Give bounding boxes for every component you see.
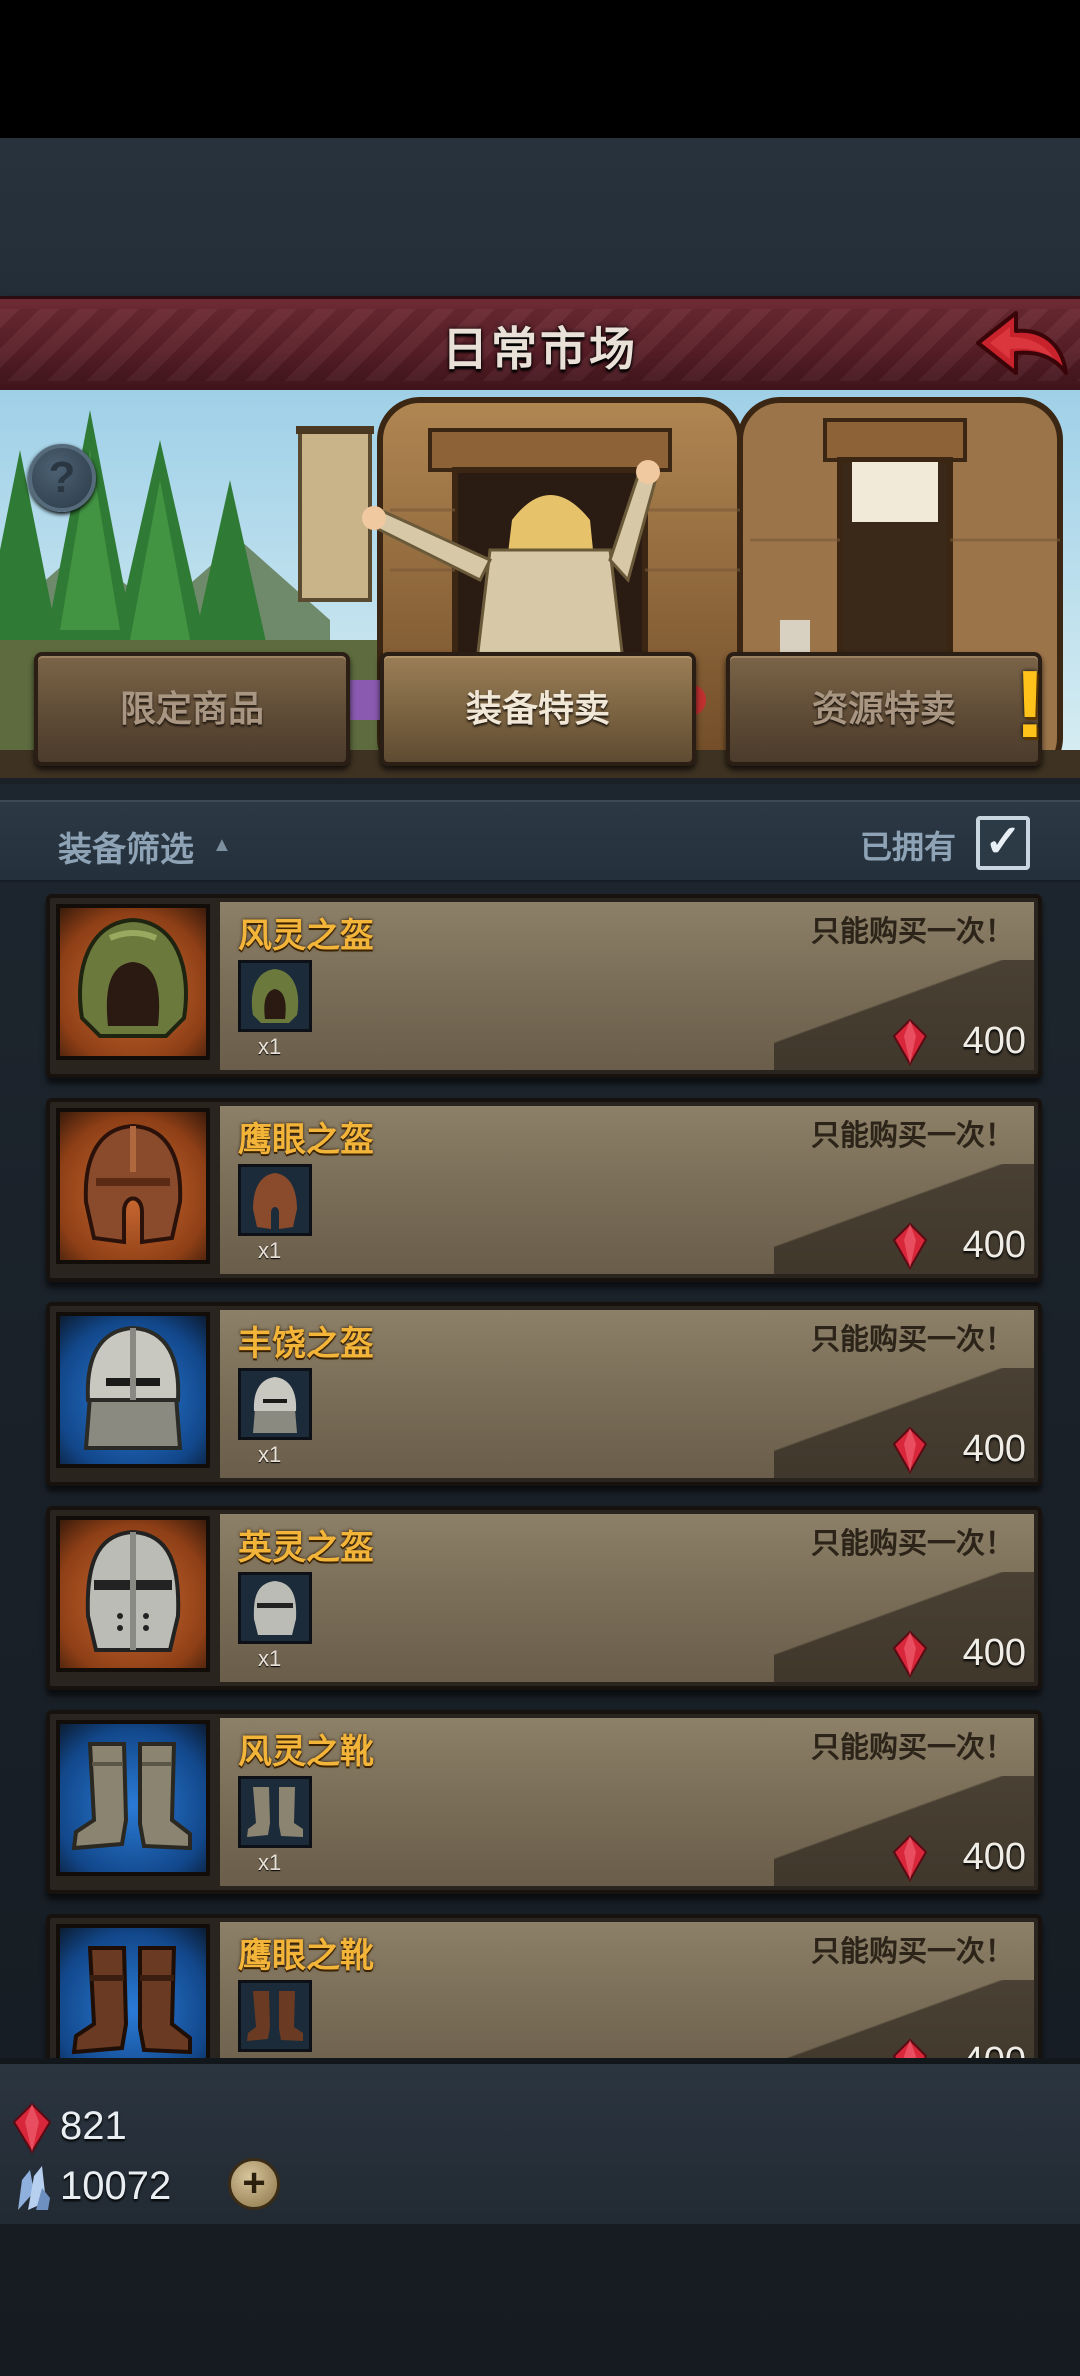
item-quantity: x1 bbox=[258, 1850, 282, 1875]
item-quantity: x1 bbox=[258, 1646, 282, 1671]
purchase-limit-note: 只能购买一次！ bbox=[810, 1324, 1014, 1356]
tab-equipment-sale[interactable]: 装备特卖 bbox=[380, 652, 696, 766]
back-arrow-icon bbox=[976, 311, 1068, 375]
item-name: 风灵之盔 bbox=[238, 917, 374, 955]
great-helm-icon bbox=[56, 1516, 210, 1672]
list-item[interactable]: 风灵之盔 只能购买一次！ x1 400 bbox=[46, 894, 1042, 1078]
blue-crystal-icon bbox=[18, 2166, 50, 2210]
page-title: 日常市场 bbox=[442, 323, 638, 375]
red-gem-icon bbox=[892, 1834, 928, 1882]
great-helm-thumbnail-icon bbox=[238, 1572, 312, 1644]
item-name: 丰饶之盔 bbox=[238, 1325, 374, 1363]
red-gem-icon bbox=[892, 1426, 928, 1474]
leather-helmet-icon bbox=[56, 1108, 210, 1264]
red-gem-icon bbox=[892, 1222, 928, 1270]
list-item[interactable]: 英灵之盔 只能购买一次！ x1 400 bbox=[46, 1506, 1042, 1690]
hood-icon bbox=[56, 904, 210, 1060]
item-name: 鹰眼之靴 bbox=[238, 1937, 374, 1975]
cloth-boots-icon bbox=[56, 1720, 210, 1876]
item-quantity: x1 bbox=[258, 1442, 282, 1467]
red-gem-icon bbox=[892, 1630, 928, 1678]
leather-boots-icon bbox=[56, 1924, 210, 2058]
gem-count: 821 bbox=[60, 2104, 127, 2148]
item-name: 鹰眼之盔 bbox=[238, 1121, 374, 1159]
cloth-boots-thumbnail-icon bbox=[238, 1776, 312, 1848]
status-bar bbox=[0, 0, 1080, 138]
leather-boots-thumbnail-icon bbox=[238, 1980, 312, 2052]
item-name: 英灵之盔 bbox=[238, 1529, 374, 1567]
item-list: 风灵之盔 只能购买一次！ x1 400 鹰眼之盔 只能购买一次！ x1 400 … bbox=[0, 878, 1080, 2058]
price-value: 400 bbox=[962, 1020, 1026, 1062]
price-tag: 400 bbox=[876, 2038, 1026, 2058]
price-value: 400 bbox=[962, 1632, 1026, 1674]
chainmail-helmet-thumbnail-icon bbox=[238, 1368, 312, 1440]
price-value: 400 bbox=[962, 1224, 1026, 1266]
item-quantity: x1 bbox=[258, 1034, 282, 1059]
list-item[interactable]: 鹰眼之盔 只能购买一次！ x1 400 bbox=[46, 1098, 1042, 1282]
purchase-limit-note: 只能购买一次！ bbox=[810, 1528, 1014, 1560]
caret-up-icon: ▲ bbox=[212, 834, 232, 856]
price-tag: 400 bbox=[876, 1834, 1026, 1882]
price-value: 400 bbox=[963, 2040, 1026, 2058]
help-button[interactable]: ? bbox=[28, 444, 96, 512]
item-name: 风灵之靴 bbox=[238, 1733, 374, 1771]
red-gem-icon bbox=[892, 2038, 928, 2058]
price-tag: 400 bbox=[876, 1222, 1026, 1270]
price-tag: 400 bbox=[876, 1630, 1026, 1678]
back-button[interactable] bbox=[972, 303, 1072, 389]
red-gem-icon bbox=[12, 2102, 52, 2154]
hood-thumbnail-icon bbox=[238, 960, 312, 1032]
list-item[interactable]: 鹰眼之靴 只能购买一次！ x1 400 bbox=[46, 1914, 1042, 2058]
tab-limited-goods[interactable]: 限定商品 bbox=[34, 652, 350, 766]
equipment-filter-button[interactable]: 装备筛选 bbox=[58, 822, 194, 871]
price-value: 400 bbox=[962, 1836, 1026, 1878]
price-tag: 400 bbox=[876, 1018, 1026, 1066]
price-value: 400 bbox=[962, 1428, 1026, 1470]
filter-bar: 装备筛选 ▲ 已拥有 ✓ bbox=[0, 800, 1080, 882]
owned-label: 已拥有 bbox=[860, 829, 957, 865]
tab-resource-sale[interactable]: 资源特卖 bbox=[726, 652, 1042, 766]
purchase-limit-note: 只能购买一次！ bbox=[810, 1120, 1014, 1152]
list-item[interactable]: 丰饶之盔 只能购买一次！ x1 400 bbox=[46, 1302, 1042, 1486]
app: 日常市场 ? 限定商品 装备特卖 资源特卖 ! 装备筛选 ▲ 已拥有 ✓ 风灵之… bbox=[0, 0, 1080, 2376]
red-gem-icon bbox=[892, 1018, 928, 1066]
title-bar: 日常市场 bbox=[0, 296, 1080, 397]
leather-helmet-thumbnail-icon bbox=[238, 1164, 312, 1236]
crystal-count: 10072 bbox=[60, 2164, 172, 2208]
purchase-limit-note: 只能购买一次！ bbox=[810, 916, 1014, 948]
add-currency-button[interactable]: + bbox=[228, 2158, 280, 2210]
item-quantity: x1 bbox=[258, 1238, 282, 1263]
purchase-limit-note: 只能购买一次！ bbox=[810, 1936, 1014, 1968]
purchase-limit-note: 只能购买一次！ bbox=[810, 1732, 1014, 1764]
list-item[interactable]: 风灵之靴 只能购买一次！ x1 400 bbox=[46, 1710, 1042, 1894]
alert-exclamation-icon: ! bbox=[1014, 651, 1046, 758]
chainmail-helmet-icon bbox=[56, 1312, 210, 1468]
owned-checkbox[interactable]: ✓ bbox=[976, 816, 1030, 870]
price-tag: 400 bbox=[876, 1426, 1026, 1474]
